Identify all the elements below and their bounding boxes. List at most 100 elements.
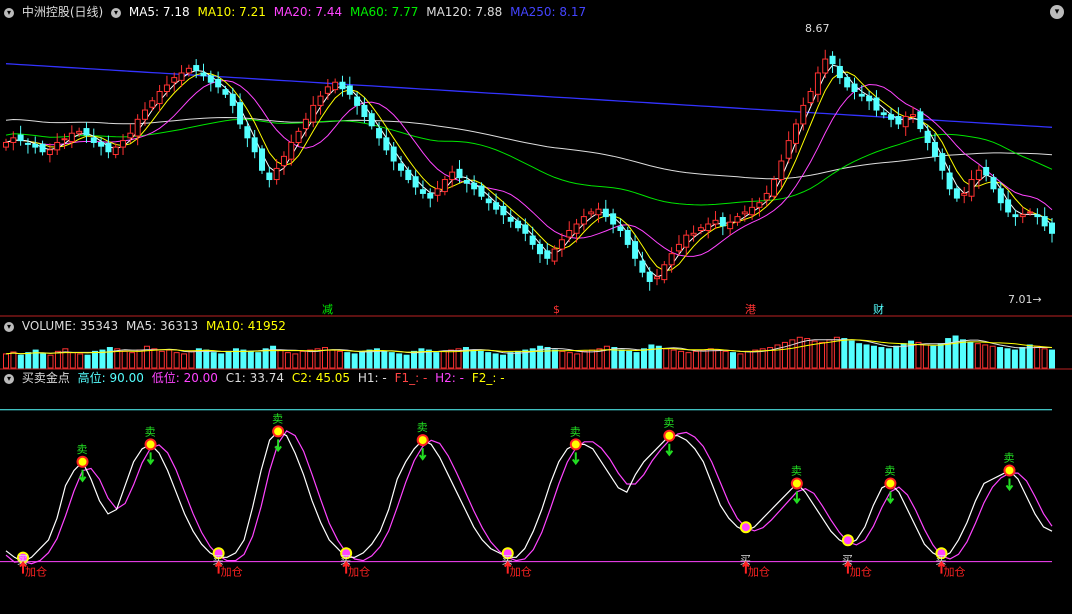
volume-bar [500,354,507,369]
candle-body [588,211,595,215]
volume-bar [967,341,974,369]
volume-bar [959,339,966,369]
buy-dot [739,521,752,534]
candle-body [515,220,522,229]
f2-label: F2_: - [471,371,505,385]
volume-bar [403,354,410,369]
volume-bar [752,349,759,369]
candle-body [456,168,463,179]
volume-bar [121,350,128,369]
candle-body [98,141,105,147]
candle-body [32,143,39,148]
candle-body [390,146,397,162]
volume-bar [885,348,892,369]
candle-body [441,179,448,193]
volume-bar [640,348,647,369]
candle-body [10,137,17,143]
low-price-label: 7.01→ [1008,293,1042,306]
candle-body [961,192,968,196]
volume-bar [893,345,900,369]
sell-label: 卖 [884,464,895,477]
collapse-icon[interactable]: ▾ [111,7,122,18]
collapse-icon[interactable]: ▾ [4,7,14,18]
candle-body [127,132,134,139]
candle-body [317,95,324,106]
volume-bar [974,343,981,369]
volume-bar [47,354,54,369]
candle-body [668,253,675,266]
candle-body [529,235,536,245]
candle-body [244,126,251,139]
volume-bar [344,352,351,369]
volume-bar [388,352,395,369]
down-arrow-icon [1005,478,1014,492]
sell-dot [884,477,897,490]
volume-bar [247,350,254,369]
candle-body [259,148,266,171]
candle-body [3,141,9,148]
down-arrow-icon [793,491,801,505]
candle-body [712,219,719,225]
collapse-icon[interactable]: ▾ [4,373,14,384]
candle-body [397,163,404,171]
sell-dot [790,477,803,490]
event-marker: 减 [322,303,333,316]
candle-body [237,102,244,125]
volume-bar [188,350,195,369]
candle-body [683,234,690,248]
volume-bar [203,349,210,369]
candle-body [280,155,287,167]
candle-body [112,146,119,156]
volume-bar [856,343,863,369]
candle-body [566,230,573,238]
candle-body [522,224,529,234]
volume-bar [411,350,418,369]
volume-bar [900,343,907,369]
volume-bar [566,352,573,369]
candle-body [332,81,339,91]
volume-bar [870,345,877,369]
volume-bar [1019,347,1026,369]
sell-label: 卖 [663,417,674,430]
candle-body [924,130,931,143]
candle-body [544,250,551,259]
event-marker: 财 [873,302,884,316]
add-position-label: 加仓 [943,565,965,579]
volume-panel [0,335,1072,370]
candle-body [434,188,441,196]
candle-body [1034,214,1041,218]
volume-label: VOLUME: 35343 [21,319,119,333]
candle-body [646,271,653,282]
signal-panel: 买加仓卖卖买加仓卖买加仓卖买加仓卖卖买加仓卖买加仓卖买加仓卖 [0,409,1053,579]
candle-body [814,72,821,95]
volume-bar [277,349,284,369]
volume-bar [166,349,173,369]
candle-body [463,179,470,184]
collapse-icon[interactable]: ▾ [4,321,14,332]
candle-body [829,55,836,65]
candle-body [727,221,734,230]
vol-ma10-label: MA10: 41952 [206,319,286,333]
add-position-label: 加仓 [348,565,370,579]
sell-dot [416,434,429,447]
candle-body [697,227,704,232]
candle-body [449,171,456,181]
volume-bar [3,353,9,369]
sell-label: 卖 [77,443,88,456]
volume-bar [218,353,225,369]
volume-bar [811,340,818,369]
c1-label: C1: 33.74 [225,371,284,385]
volume-bar [173,352,180,369]
volume-bar [292,353,299,369]
signal-k-line [5,430,1053,563]
volume-bar [351,353,358,369]
volume-bar [655,345,662,369]
volume-bar [129,352,136,369]
volume-bar [737,353,744,369]
volume-bar [633,352,640,369]
candle-body [427,192,434,199]
candle-body [836,65,843,79]
chevron-down-icon[interactable]: ▾ [1050,5,1064,19]
candle-body [171,77,178,83]
volume-bar [574,353,581,369]
